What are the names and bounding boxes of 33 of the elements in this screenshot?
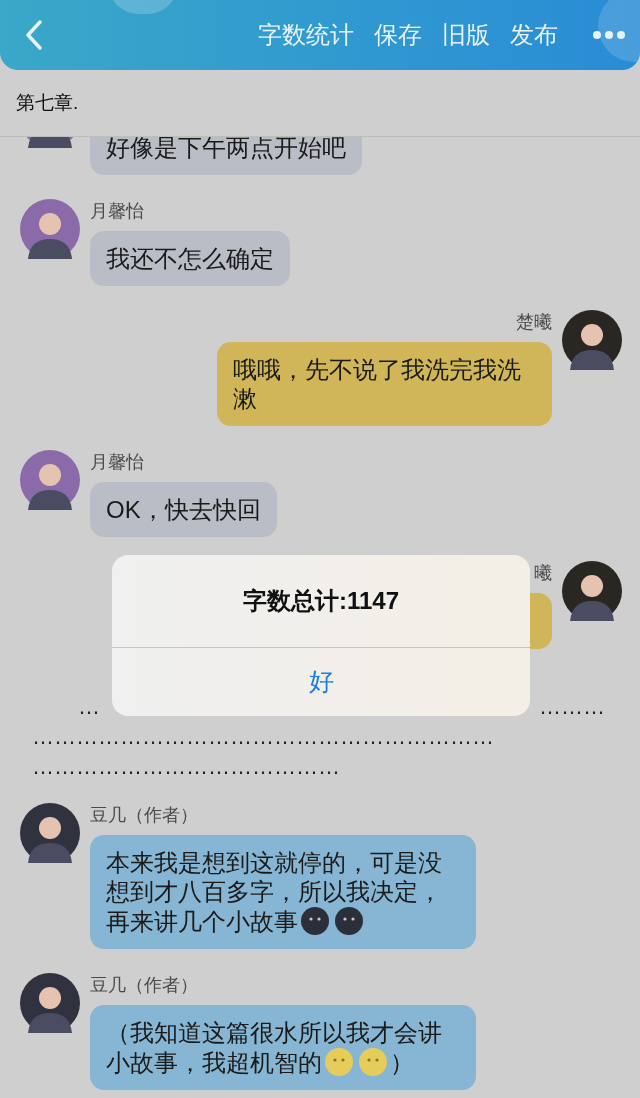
new-moon-icon bbox=[334, 906, 364, 936]
full-moon-icon bbox=[324, 1047, 354, 1077]
message-bubble: 本来我是想到这就停的，可是没想到才八百多字，所以我决定，再来讲几个小故事 bbox=[90, 835, 476, 949]
full-moon-icon bbox=[358, 1047, 388, 1077]
sender-name: 豆几（作者） bbox=[90, 974, 198, 996]
message-bubble: 好像是下午两点开始吧 bbox=[90, 137, 362, 175]
message-bubble: （我知道这篇很水所以我才会讲小故事，我超机智的 ） bbox=[90, 1005, 476, 1090]
message-bubble: 哦哦，先不说了我洗完我洗漱 bbox=[217, 342, 552, 426]
header-action[interactable]: 发布 bbox=[510, 23, 558, 47]
new-moon-icon bbox=[300, 906, 330, 936]
avatar bbox=[20, 199, 80, 259]
dotted-line: … bbox=[78, 695, 100, 719]
alert-title: 字数总计:1147 bbox=[242, 586, 400, 616]
dotted-line: ……………………………………………………… bbox=[32, 725, 494, 749]
avatar bbox=[20, 450, 80, 510]
message-bubble: OK，快去快回 bbox=[90, 482, 277, 537]
avatar bbox=[562, 561, 622, 621]
sender-name: 豆几（作者） bbox=[90, 804, 198, 826]
header-action[interactable]: 旧版 bbox=[442, 23, 490, 47]
message-bubble: 我还不怎么确定 bbox=[90, 231, 290, 286]
sender-name: 月馨怡 bbox=[90, 451, 144, 473]
avatar bbox=[20, 803, 80, 863]
sender-name: 楚曦 bbox=[516, 311, 552, 333]
header-action[interactable]: 保存 bbox=[374, 23, 422, 47]
avatar bbox=[20, 973, 80, 1033]
dotted-line: …………………………………… bbox=[32, 755, 340, 779]
dotted-line: ……… bbox=[539, 695, 605, 719]
chapter-title: 第七章. bbox=[16, 90, 79, 115]
sender-name: 曦 bbox=[534, 562, 552, 584]
sender-name: 月馨怡 bbox=[90, 200, 144, 222]
header-action[interactable]: 字数统计 bbox=[258, 23, 354, 47]
ok-button[interactable]: 好 bbox=[112, 648, 530, 716]
avatar bbox=[562, 310, 622, 370]
